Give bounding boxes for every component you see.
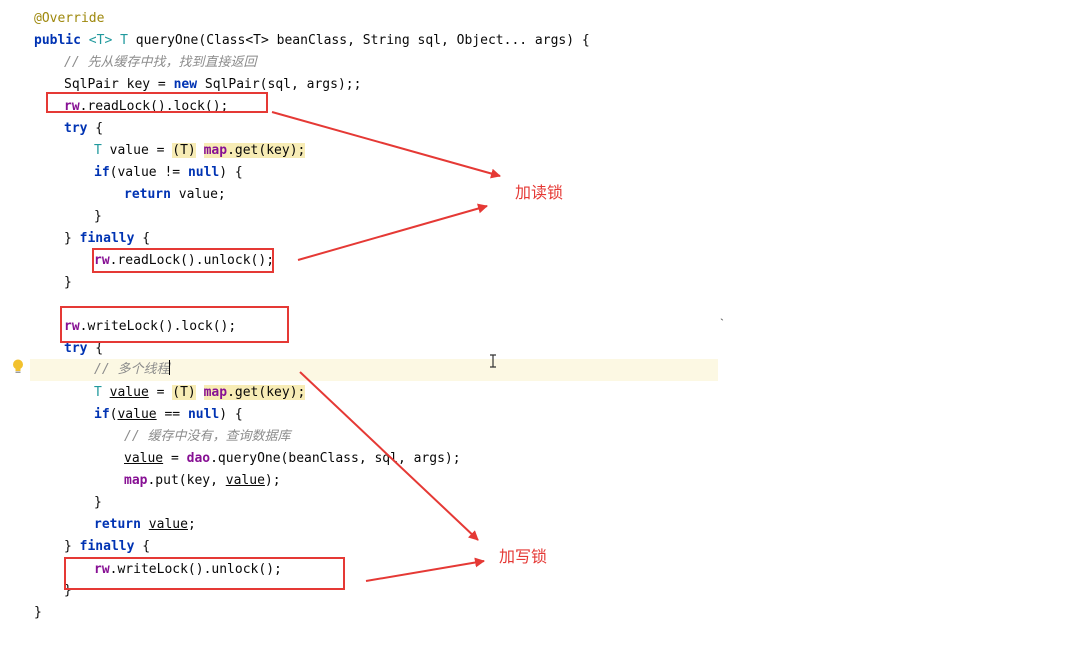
read-lock-arrow — [271, 111, 501, 179]
text-cursor-icon — [490, 354, 496, 368]
read-unlock-arrow — [297, 203, 488, 261]
read-lock-label: 加读锁 — [515, 183, 564, 202]
write-unlock-arrow — [365, 557, 485, 582]
write-lock-label: 加写锁 — [499, 547, 548, 566]
stray-mark: ˋ — [720, 316, 724, 330]
lightbulb-icon[interactable] — [12, 359, 24, 375]
write-lock-arrow — [299, 371, 479, 541]
